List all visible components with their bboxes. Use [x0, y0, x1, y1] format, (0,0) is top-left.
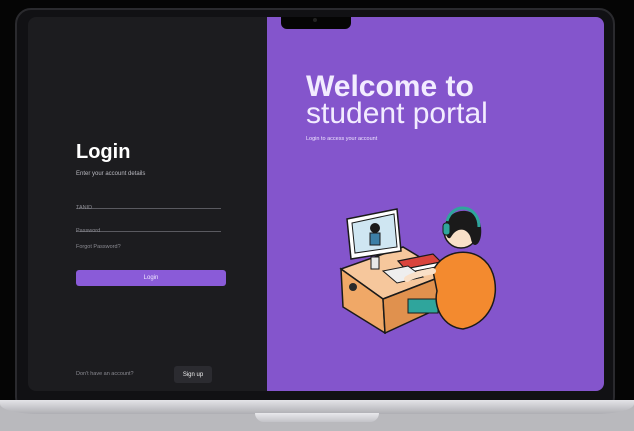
laptop-base-edge: [0, 400, 634, 414]
tanid-input[interactable]: [76, 205, 221, 211]
welcome-line-2: student portal: [306, 97, 488, 130]
no-account-text: Don't have an account?: [76, 371, 134, 377]
laptop-hinge: [255, 413, 379, 422]
forgot-password-link[interactable]: Forgot Password?: [76, 244, 121, 250]
welcome-line-1: Welcome to: [306, 70, 474, 103]
welcome-heading: Welcome to student portal: [306, 70, 488, 130]
student-illustration: [339, 206, 497, 334]
signup-button[interactable]: Sign up: [174, 366, 212, 383]
password-input[interactable]: [76, 228, 221, 234]
camera-icon: [313, 18, 317, 22]
login-title: Login: [76, 141, 131, 163]
hero-panel: Welcome to student portal Login to acces…: [267, 17, 604, 391]
screen: Login Enter your account details Forgot …: [28, 17, 604, 391]
password-field[interactable]: [76, 219, 221, 234]
tanid-field[interactable]: [76, 196, 221, 211]
login-subtitle: Enter your account details: [76, 171, 146, 177]
login-button[interactable]: Login: [76, 270, 226, 286]
hero-subtitle: Login to access your account: [306, 136, 378, 142]
login-panel: Login Enter your account details Forgot …: [28, 17, 267, 391]
